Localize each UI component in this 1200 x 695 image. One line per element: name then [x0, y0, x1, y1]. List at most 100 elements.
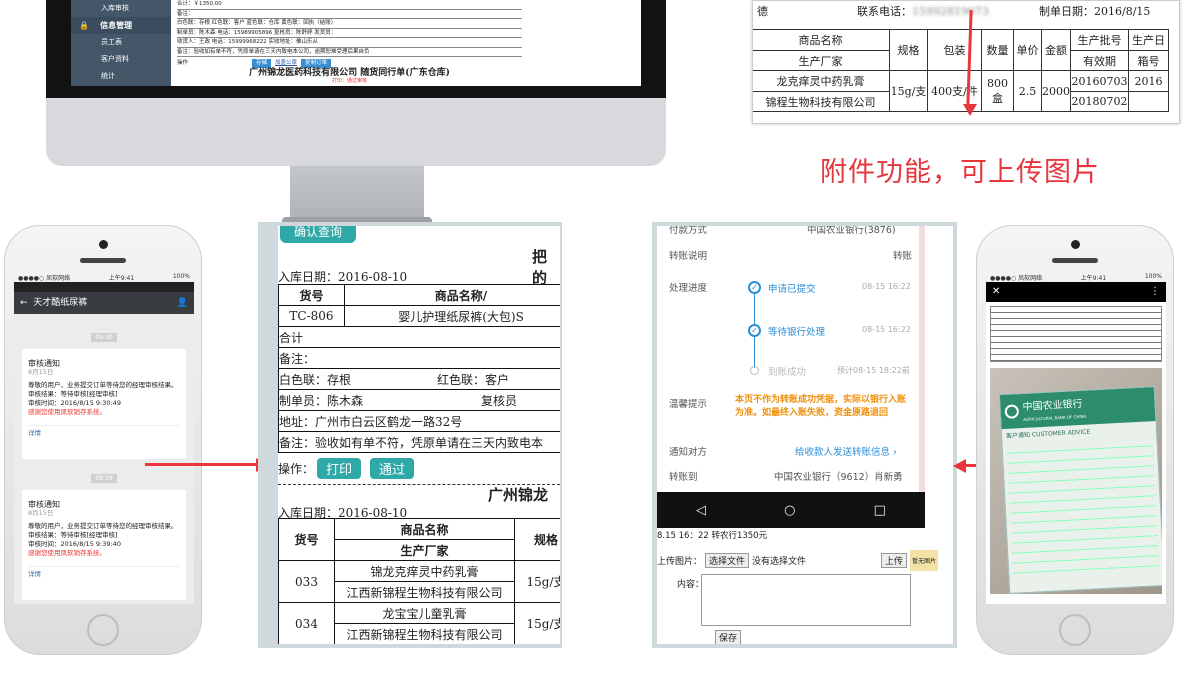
sidebar-section-info[interactable]: 🔒 信息管理	[71, 17, 171, 34]
notify-result: 审核结果：等待审核[经理审核]	[28, 390, 118, 398]
back-icon[interactable]: ◁	[696, 503, 706, 518]
close-icon[interactable]: ✕	[992, 286, 1000, 297]
imac-stand	[290, 166, 424, 224]
attachment-paper: 付款方式 中国农业银行(3876) 转账说明 转账 处理进度 ✓ 申请已提交 0…	[657, 226, 953, 644]
attachment-caption: 附件功能，可上传图片	[820, 157, 1100, 188]
form-staff: 制单员：陈木森 电话：15989905896 复核员：陈舒婷 发货员：	[177, 29, 522, 38]
profile-icon[interactable]: 👤	[177, 292, 188, 314]
notify-card[interactable]: 审核通知 8月15日 尊敬的用户，业务提交订单等待您的经理审核结果。 审核结果：…	[22, 490, 186, 600]
apple-logo-icon	[344, 120, 370, 150]
detail-link[interactable]: 详情	[28, 425, 180, 438]
step-text: 等待银行处理	[768, 327, 826, 338]
date-label: 制单日期：	[1039, 5, 1094, 18]
sidebar-item-clients[interactable]: 客户资料	[71, 51, 171, 68]
status-bar: ●●●●○ 凤软网络 上午9:41 100%	[986, 272, 1166, 282]
notify-title: 审核通知	[28, 359, 60, 368]
notify-title: 审核通知	[28, 500, 60, 509]
form-copies: 白色联：存根 红色联：客户 蓝色联：仓库 黄色联：回执（结账）	[177, 19, 522, 29]
th-spec: 规格	[514, 518, 560, 561]
back-arrow-icon[interactable]: ←	[20, 298, 28, 308]
total-row: 合计	[278, 326, 560, 348]
confirm-query-button[interactable]: 确认查询	[280, 226, 357, 243]
th-item-no: 货号	[278, 518, 335, 561]
save-button[interactable]: 保存	[715, 630, 742, 644]
notify-date: 8月15日	[28, 509, 54, 517]
check-icon: ✓	[748, 281, 761, 294]
bank-logo-icon	[1004, 404, 1020, 419]
step-time: 08-15 16:22	[862, 325, 911, 334]
remark-row: 备注：	[278, 347, 560, 369]
left-phone: ●●●●○ 凤软网络 上午9:41 100% ← 天才酷纸尿裤 👤 09:30 …	[4, 225, 202, 655]
phone-label: 联系电话：	[857, 5, 912, 18]
detail-link[interactable]: 详情	[28, 566, 180, 579]
clock: 上午9:41	[1080, 275, 1107, 282]
ops-label: 操作	[177, 60, 189, 66]
red-copy: 红色联：客户	[437, 372, 510, 387]
notify-body: 尊敬的用户，业务提交订单等待您的经理审核结果。	[28, 381, 178, 389]
td-item-name: 锦龙克痒灵中药乳膏	[334, 560, 515, 582]
no-file-text: 没有选择文件	[752, 557, 807, 567]
maker: 制单员：陈木森	[279, 393, 364, 408]
notify-time: 审核时间：2016/8/15 9:39:40	[28, 540, 121, 548]
home-button[interactable]	[1059, 614, 1091, 646]
pending-icon	[750, 366, 759, 375]
desc-label: 转账说明	[669, 251, 708, 262]
form-remark: 备注：	[177, 10, 522, 19]
second-table: 货号 商品名称 规格 生产厂家 033 锦龙克痒灵中药乳膏 15g/支 江西新锦…	[278, 518, 560, 644]
image-placeholder: 暂无图片	[910, 550, 939, 571]
td-maker: 锦程生物科技有限公司	[753, 91, 890, 112]
sidebar-item-inbound-review[interactable]: 入库审核	[71, 0, 171, 17]
step-time: 08-15 16:22	[862, 282, 911, 291]
notify-label: 通知对方	[669, 447, 708, 458]
th-amount: 金额	[1041, 29, 1071, 71]
more-icon[interactable]: ⋮	[1150, 282, 1160, 302]
choose-file-button[interactable]: 选择文件	[705, 553, 750, 568]
ops-row: 操作： 打印 通过	[278, 458, 415, 479]
transfer-note: 8.15 16：22 转农行1350元	[657, 531, 768, 541]
first-table: 货号 商品名称/ TC-806 婴儿护理纸尿裤(大包)S 合计 备注： 白色联：…	[278, 284, 560, 453]
td-item-no: TC-806	[278, 305, 345, 327]
stamp-link[interactable]: 加盖公章	[275, 59, 297, 68]
home-button[interactable]	[87, 614, 119, 646]
td-spec: 15g/支	[889, 70, 928, 112]
clock: 上午9:41	[108, 275, 135, 282]
notify-link[interactable]: 给收款人发送转账信息 ›	[795, 444, 897, 458]
photo-viewer-screen: ●●●●○ 凤软网络 上午9:41 100% ✕ ⋮ 中国农业银行 AGRICU…	[986, 272, 1166, 604]
form-ops: 操作 存储 加盖公章 复制订单	[177, 59, 522, 68]
step-text: 到账成功	[768, 367, 807, 378]
th-expiry: 有效期	[1070, 50, 1129, 71]
th-item-no: 货号	[278, 284, 345, 306]
msg-time: 09:30	[91, 333, 117, 342]
approve-button[interactable]: 通过	[370, 458, 415, 479]
td-maker: 江西新锦程生物科技有限公司	[334, 623, 515, 644]
sidebar-item-stats[interactable]: 统计	[71, 68, 171, 85]
notify-card[interactable]: 审核通知 8月15日 尊敬的用户，业务提交订单等待您的经理审核结果。 审核结果：…	[22, 349, 186, 459]
upload-row: 上传图片： 选择文件 没有选择文件 上传 暂无图片	[657, 550, 947, 571]
upload-label: 上传图片：	[657, 557, 703, 567]
chat-header: ← 天才酷纸尿裤 👤	[14, 292, 194, 314]
inbound-date: 入库日期：2016-08-10	[278, 270, 408, 284]
content-textarea[interactable]	[701, 574, 911, 626]
upload-button[interactable]: 上传	[881, 553, 908, 568]
sidebar-item-staff[interactable]: 员工表	[71, 34, 171, 51]
th-pack: 包装	[927, 29, 982, 71]
notify-thanks: 感谢您使用凤软销存系统。	[28, 549, 106, 557]
notify-result: 审核结果：等待审核[经理审核]	[28, 531, 118, 539]
th-batch: 生产批号	[1070, 29, 1129, 51]
attachment-panel: 付款方式 中国农业银行(3876) 转账说明 转账 处理进度 ✓ 申请已提交 0…	[652, 222, 957, 648]
home-icon[interactable]: ○	[784, 503, 795, 518]
tip-text: 本页不作为转账成功凭据，实际以银行入账为准。如最终入账失败，资金原路退回	[735, 395, 907, 418]
print-button[interactable]: 打印	[317, 458, 362, 479]
bank-name-en: AGRICULTURAL BANK OF CHINA	[1023, 413, 1087, 422]
method-value: 中国农业银行(3876)	[807, 226, 896, 236]
content-label: 内容：	[677, 580, 705, 590]
copy-order-button[interactable]: 复制订单	[301, 59, 332, 68]
right-arrow-icon	[145, 463, 260, 466]
chat-title: 天才酷纸尿裤	[33, 298, 88, 308]
recents-icon[interactable]: □	[874, 503, 886, 518]
android-nav-bar: ◁ ○ □	[657, 492, 925, 528]
save-button[interactable]: 存储	[252, 59, 272, 68]
company-heading: 广州锦龙	[488, 486, 549, 504]
td-item-name: 龙宝宝儿童乳膏	[334, 602, 515, 624]
phone-value: 15992819673	[912, 5, 989, 18]
